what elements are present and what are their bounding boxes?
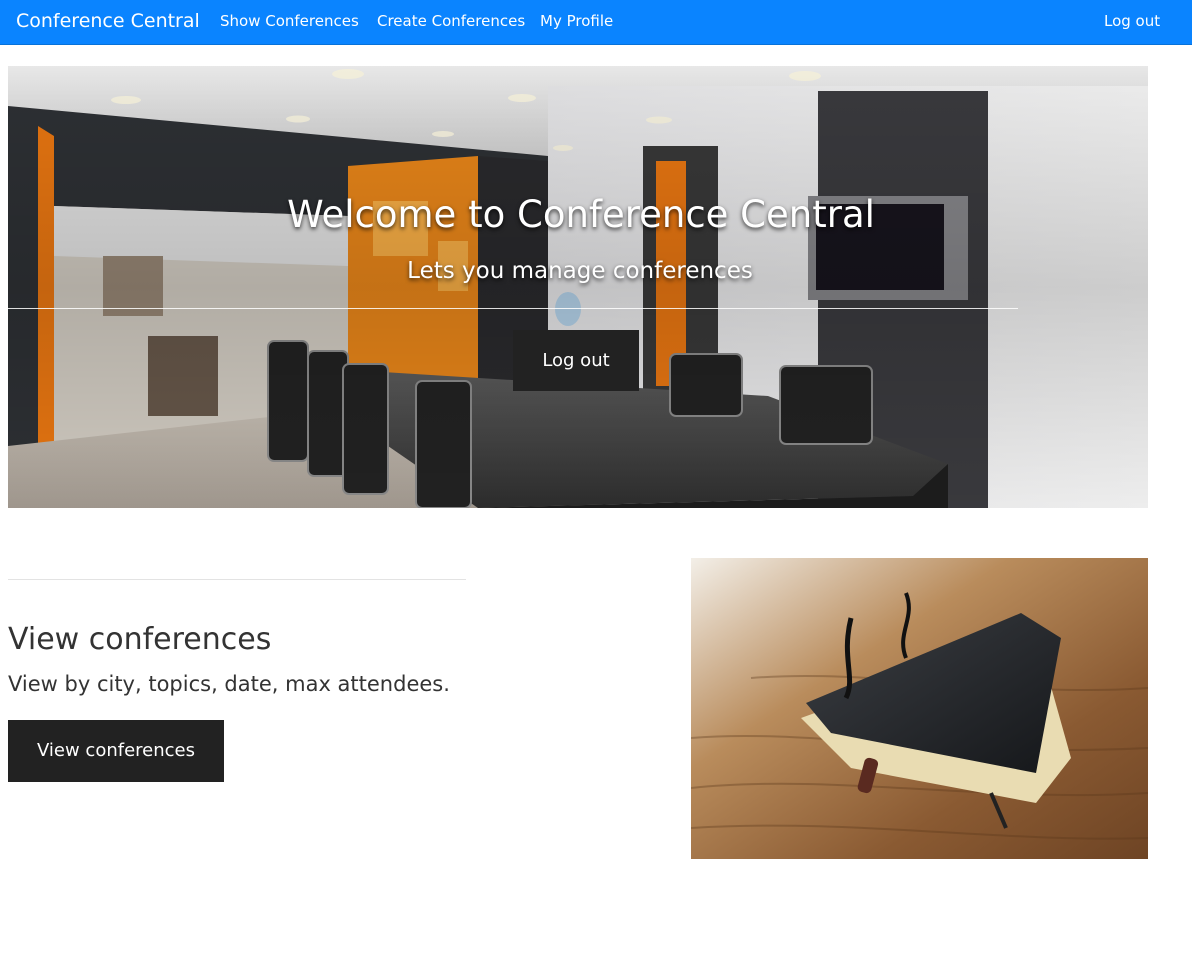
hero-title: Welcome to Conference Central <box>287 193 875 236</box>
conference-room-photo <box>8 66 1148 508</box>
view-conferences-button[interactable]: View conferences <box>8 720 224 782</box>
nav-create-conferences[interactable]: Create Conferences <box>377 0 525 44</box>
hero-banner: Welcome to Conference Central Lets you m… <box>8 66 1148 508</box>
section-divider <box>8 579 466 580</box>
nav-logout-link[interactable]: Log out <box>1104 0 1160 44</box>
view-conferences-lead: View by city, topics, date, max attendee… <box>8 672 450 696</box>
nav-show-conferences[interactable]: Show Conferences <box>220 0 359 44</box>
top-navbar: Conference Central Show Conferences Crea… <box>0 0 1192 45</box>
notebook-photo <box>691 558 1148 859</box>
hero-divider <box>8 308 1018 309</box>
view-conferences-heading: View conferences <box>8 622 272 657</box>
hero-subtitle: Lets you manage conferences <box>407 258 753 284</box>
brand-link[interactable]: Conference Central <box>16 0 200 44</box>
hero-logout-button[interactable]: Log out <box>513 330 639 391</box>
nav-my-profile[interactable]: My Profile <box>540 0 613 44</box>
